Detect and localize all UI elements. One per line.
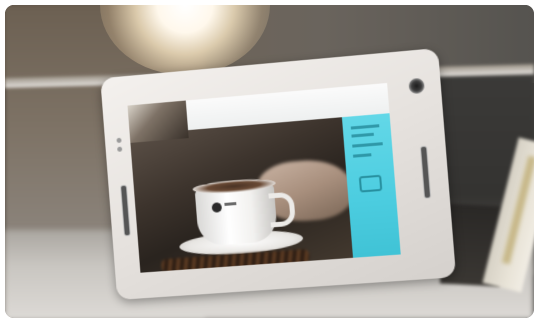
panel-text-line [351, 132, 374, 138]
tablet-device [100, 47, 457, 301]
cup-logo-mark [211, 202, 223, 213]
screen-thumbnail [127, 100, 189, 143]
tablet-screen [127, 82, 401, 273]
photo-scene [5, 5, 534, 318]
screen-coffee-photo [129, 117, 355, 273]
panel-text-line [350, 124, 380, 130]
panel-text-line [352, 142, 383, 148]
cup-logo [211, 200, 238, 216]
scene-layer [5, 5, 534, 318]
indicator-dot [116, 137, 122, 144]
indicator-dots [116, 137, 123, 158]
panel-icon [358, 174, 383, 193]
cup-logo-word [224, 202, 237, 206]
panel-text-line [352, 153, 372, 158]
screen-side-panel [341, 113, 401, 258]
left-side-slot [120, 184, 131, 237]
indicator-dot [117, 146, 123, 152]
camera-lens-icon [408, 77, 425, 95]
photo-frame [0, 0, 539, 323]
right-side-slot [419, 145, 432, 199]
